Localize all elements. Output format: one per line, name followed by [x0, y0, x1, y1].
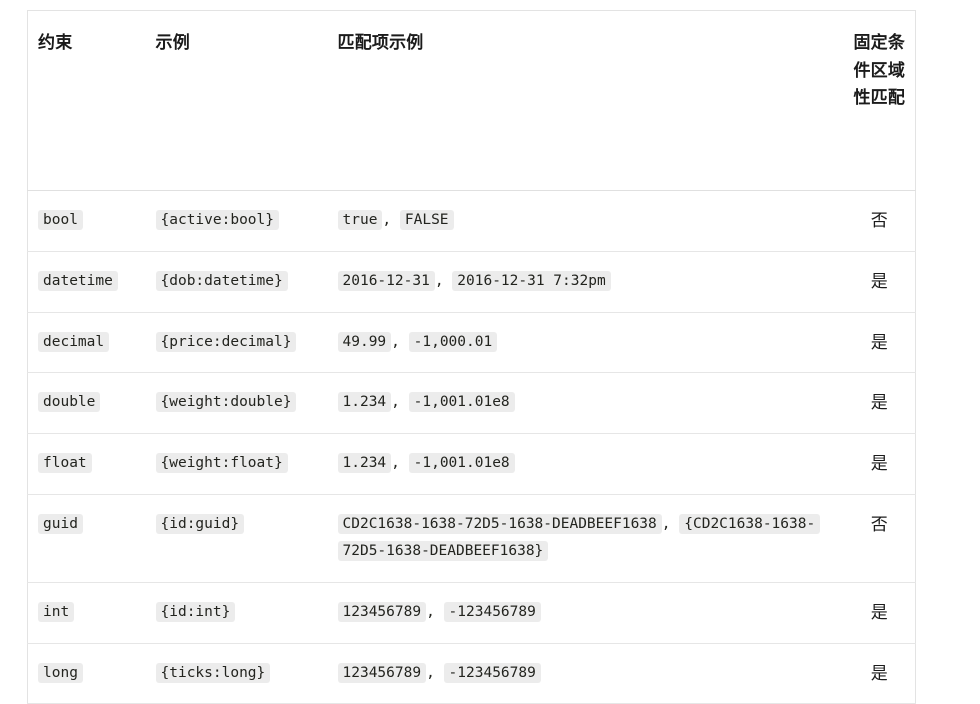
match-example-list: 49.99, -1,000.01	[337, 331, 498, 352]
cell-invariant-culture-match: 是	[843, 643, 916, 704]
match-example-list: 123456789, -123456789	[337, 601, 541, 622]
match-example-code: 49.99	[337, 331, 392, 352]
match-example-code: 123456789	[337, 601, 427, 622]
table-row: datetime {dob:datetime} 2016-12-31, 2016-1…	[27, 251, 916, 313]
table-body: bool {active:bool} true, FALSE 否 datetime {do…	[27, 190, 916, 704]
cell-example: {dob:datetime}	[145, 251, 328, 313]
match-example-code: -1,001.01e8	[408, 392, 515, 413]
constraint-code: bool	[38, 210, 83, 230]
constraint-code: decimal	[38, 331, 110, 352]
cell-match-examples: 2016-12-31, 2016-12-31 7:32pm	[327, 251, 844, 313]
table-row: double {weight:double} 1.234, -1,001.01e8 是	[27, 372, 916, 435]
table-header-row: 约束 示例 匹配项示例 固定条件区域性匹配	[27, 10, 916, 191]
match-example-list: 123456789, -123456789	[337, 662, 541, 683]
example-code: {dob:datetime}	[155, 270, 288, 291]
table-row: float {weight:float} 1.234, -1,001.01e8 是	[27, 433, 916, 496]
constraint-code: float	[38, 453, 92, 474]
table-row: guid {id:guid} CD2C1638-1638-72D5-1638-DEA…	[27, 494, 916, 583]
example-code: {ticks:long}	[155, 662, 271, 683]
cell-example: {weight:double}	[145, 372, 328, 435]
match-example-code: true	[337, 210, 383, 230]
cell-invariant-culture-match: 是	[843, 372, 916, 435]
example-code: {price:decimal}	[155, 331, 297, 352]
cell-invariant-culture-match: 是	[843, 251, 916, 313]
match-example-code: -123456789	[443, 601, 541, 622]
cell-invariant-culture-match: 是	[843, 433, 916, 496]
match-example-list: CD2C1638-1638-72D5-1638-DEADBEEF1638, {C…	[337, 514, 821, 561]
route-constraint-table: 约束 示例 匹配项示例 固定条件区域性匹配 bool {active:bool} t…	[27, 10, 916, 704]
constraint-code: long	[38, 662, 83, 683]
match-example-code: -1,000.01	[408, 331, 498, 352]
match-example-list: true, FALSE	[337, 210, 454, 230]
cell-constraint: datetime	[27, 251, 146, 313]
table-header: 约束 示例 匹配项示例 固定条件区域性匹配	[27, 10, 916, 191]
column-header-match-example: 匹配项示例	[327, 10, 844, 191]
match-example-code: 2016-12-31	[337, 270, 435, 291]
example-code: {active:bool}	[155, 210, 279, 230]
match-separator: ,	[391, 394, 409, 411]
constraint-code: double	[38, 392, 101, 413]
example-code: {id:guid}	[155, 514, 245, 535]
constraint-code: datetime	[38, 270, 118, 291]
match-separator: ,	[426, 664, 444, 681]
example-code: {weight:float}	[155, 453, 288, 474]
match-example-code: 1.234	[337, 453, 392, 474]
match-example-code: -123456789	[443, 662, 541, 683]
table-row: int {id:int} 123456789, -123456789 是	[27, 582, 916, 644]
cell-invariant-culture-match: 否	[843, 190, 916, 252]
match-example-code: 2016-12-31 7:32pm	[452, 270, 611, 291]
match-example-list: 1.234, -1,001.01e8	[337, 453, 515, 474]
cell-match-examples: 1.234, -1,001.01e8	[327, 372, 844, 435]
cell-constraint: decimal	[27, 312, 146, 374]
cell-constraint: guid	[27, 494, 146, 583]
example-code: {id:int}	[155, 601, 236, 622]
cell-constraint: double	[27, 372, 146, 435]
cell-match-examples: 49.99, -1,000.01	[327, 312, 844, 374]
cell-match-examples: 123456789, -123456789	[327, 643, 844, 704]
match-example-code: CD2C1638-1638-72D5-1638-DEADBEEF1638	[337, 514, 662, 535]
cell-example: {active:bool}	[145, 190, 328, 252]
column-header-constraint: 约束	[27, 10, 146, 191]
cell-example: {id:guid}	[145, 494, 328, 583]
cell-example: {ticks:long}	[145, 643, 328, 704]
cell-example: {weight:float}	[145, 433, 328, 496]
cell-invariant-culture-match: 是	[843, 582, 916, 644]
cell-constraint: int	[27, 582, 146, 644]
cell-match-examples: 123456789, -123456789	[327, 582, 844, 644]
cell-constraint: long	[27, 643, 146, 704]
cell-example: {id:int}	[145, 582, 328, 644]
table-row: decimal {price:decimal} 49.99, -1,000.01 是	[27, 312, 916, 374]
document-page: 约束 示例 匹配项示例 固定条件区域性匹配 bool {active:bool} t…	[0, 0, 980, 704]
cell-match-examples: true, FALSE	[327, 190, 844, 252]
constraint-code: guid	[38, 514, 83, 535]
match-separator: ,	[426, 603, 444, 620]
cell-constraint: bool	[27, 190, 146, 252]
table-row: bool {active:bool} true, FALSE 否	[27, 190, 916, 252]
match-separator: ,	[391, 333, 409, 350]
cell-invariant-culture-match: 是	[843, 312, 916, 374]
example-code: {weight:double}	[155, 392, 297, 413]
cell-match-examples: 1.234, -1,001.01e8	[327, 433, 844, 496]
constraint-code: int	[38, 601, 75, 622]
cell-constraint: float	[27, 433, 146, 496]
match-separator: ,	[382, 212, 400, 228]
match-separator: ,	[661, 516, 680, 533]
match-separator: ,	[391, 455, 409, 472]
table-row: long {ticks:long} 123456789, -123456789 是	[27, 643, 916, 704]
match-separator: ,	[434, 272, 453, 289]
cell-example: {price:decimal}	[145, 312, 328, 374]
cell-match-examples: CD2C1638-1638-72D5-1638-DEADBEEF1638, {C…	[327, 494, 844, 583]
match-example-code: FALSE	[399, 210, 454, 230]
cell-invariant-culture-match: 否	[843, 494, 916, 583]
match-example-code: 1.234	[337, 392, 392, 413]
match-example-list: 2016-12-31, 2016-12-31 7:32pm	[337, 270, 611, 291]
match-example-code: 123456789	[337, 662, 427, 683]
match-example-code: -1,001.01e8	[408, 453, 515, 474]
match-example-list: 1.234, -1,001.01e8	[337, 392, 515, 413]
column-header-example: 示例	[145, 10, 328, 191]
column-header-invariant-culture-match: 固定条件区域性匹配	[843, 10, 916, 191]
